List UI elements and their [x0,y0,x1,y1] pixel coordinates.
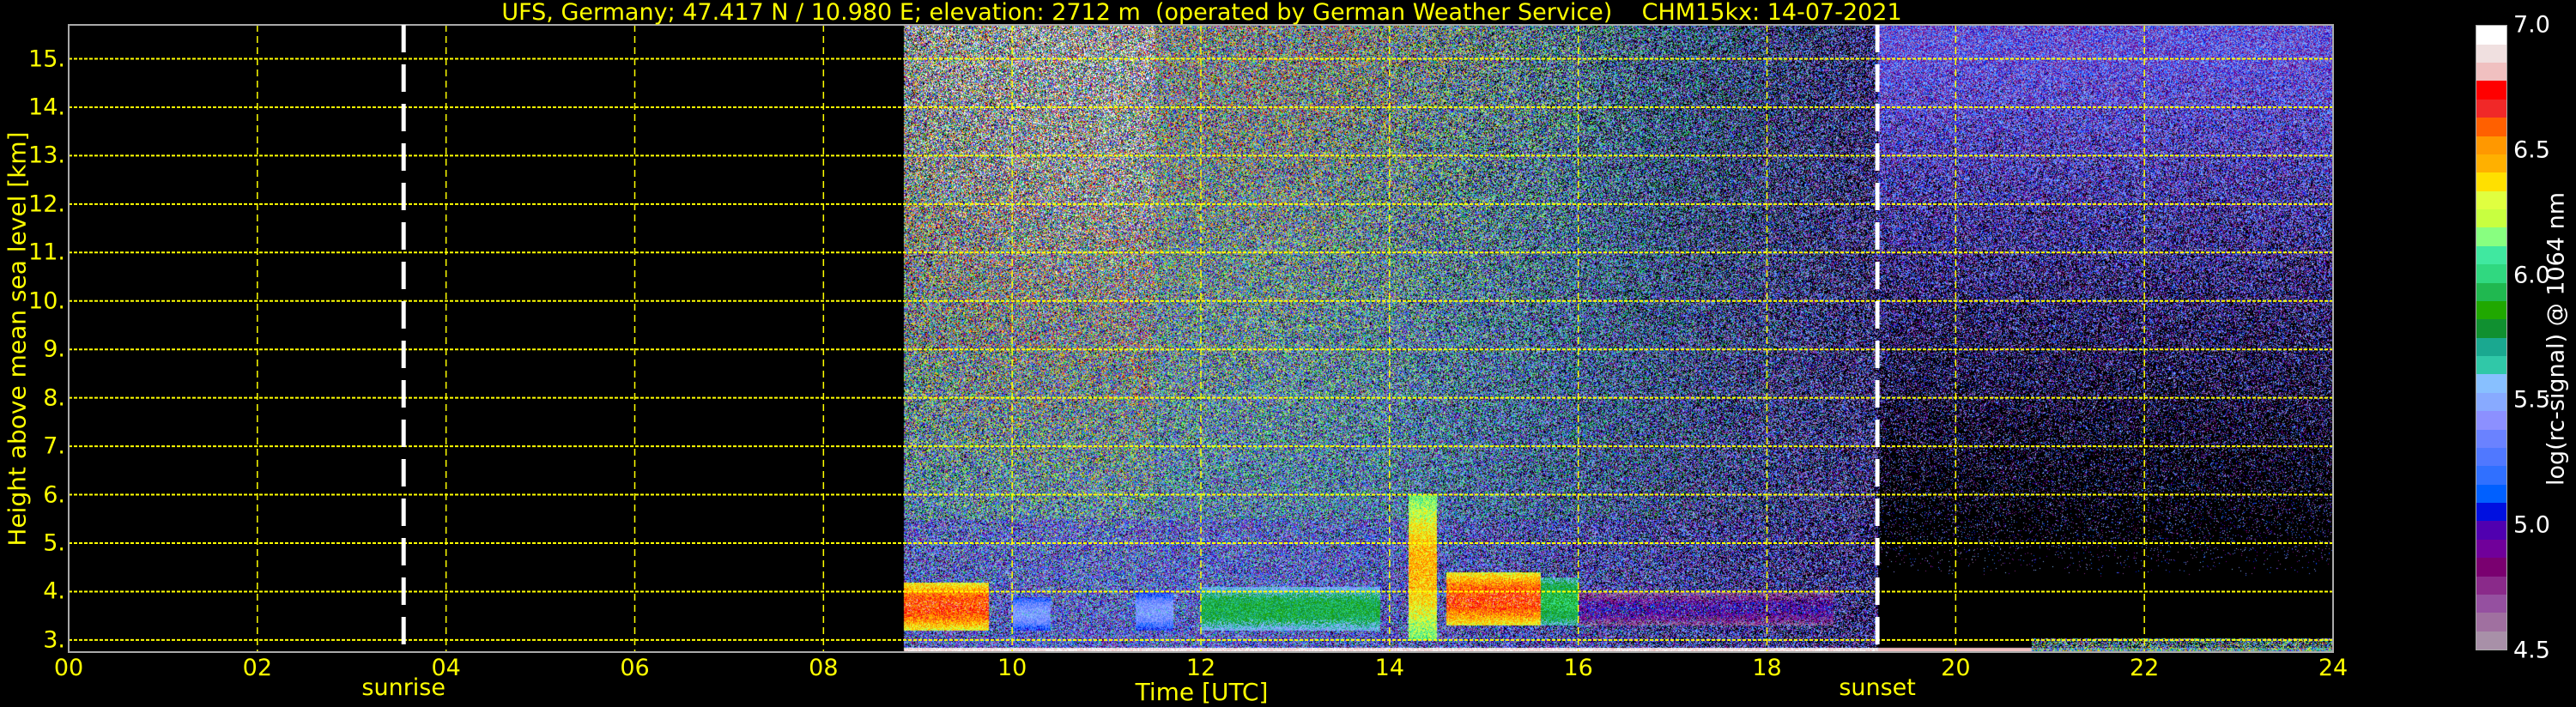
y-tick-label: 15. [28,45,65,72]
colorbar-swatch [2476,44,2506,63]
colorbar-swatch [2476,282,2506,301]
colorbar-tick-label: 5.0 [2513,511,2550,539]
colorbar-swatch [2476,374,2506,393]
colorbar-swatch [2476,594,2506,613]
colorbar-swatch [2476,172,2506,191]
colorbar-swatch [2476,190,2506,209]
colorbar-swatch [2476,429,2506,448]
colorbar-label: log(rc-signal) @ 1064 nm [2543,191,2570,486]
colorbar-swatch [2476,300,2506,320]
colorbar-swatch [2476,337,2506,356]
colorbar-swatch [2476,484,2506,503]
x-tick-label: 00 [53,655,84,681]
y-tick-label: 9. [43,335,65,363]
colorbar-swatch [2476,356,2506,375]
y-tick-label: 8. [43,384,65,412]
x-tick-label: 02 [242,655,273,681]
x-tick-label: 18 [1752,655,1782,681]
colorbar-swatch [2476,521,2506,540]
colorbar-swatch [2476,447,2506,467]
x-tick-label: 20 [1941,655,1971,681]
x-tick-label: 24 [2318,655,2349,681]
colorbar-swatch [2476,26,2506,45]
colorbar-swatch [2476,118,2506,136]
y-axis-label: Height above mean sea level [km] [3,131,32,547]
colorbar-swatch [2476,154,2506,173]
colorbar-swatch [2476,99,2506,118]
y-tick-label: 5. [43,529,65,557]
x-tick-label: 14 [1374,655,1405,681]
y-tick-label: 4. [43,577,65,605]
colorbar-swatch [2476,63,2506,82]
colorbar-tick-label: 7.0 [2513,11,2550,39]
y-tick-label: 11. [28,239,65,266]
colorbar [2476,25,2507,650]
x-tick-label: 08 [809,655,839,681]
colorbar-swatch [2476,136,2506,154]
colorbar-swatch [2476,411,2506,430]
y-tick-label: 12. [28,190,65,218]
y-tick-label: 3. [43,626,65,654]
colorbar-swatch [2476,227,2506,246]
x-tick-label: 06 [620,655,650,681]
colorbar-swatch [2476,319,2506,338]
colorbar-swatch [2476,576,2506,595]
colorbar-swatch [2476,613,2506,631]
chart-title: UFS, Germany; 47.417 N / 10.980 E; eleva… [501,0,1902,26]
colorbar-swatch [2476,264,2506,283]
x-tick-label: 16 [1563,655,1593,681]
colorbar-tick-label: 4.5 [2513,637,2550,664]
y-tick-label: 10. [28,287,65,315]
colorbar-swatch [2476,245,2506,265]
y-tick-label: 13. [28,142,65,169]
sunset-label: sunset [1839,674,1916,701]
x-tick-label: 22 [2129,655,2160,681]
colorbar-swatch [2476,209,2506,228]
axes-overlay [68,24,2334,653]
colorbar-swatch [2476,392,2506,412]
colorbar-swatch [2476,539,2506,559]
colorbar-swatch [2476,631,2506,650]
x-axis-label: Time [UTC] [1135,678,1269,706]
colorbar-swatch [2476,466,2506,485]
colorbar-tick-label: 6.5 [2513,136,2550,164]
y-tick-label: 14. [28,94,65,121]
y-tick-label: 6. [43,481,65,509]
colorbar-swatch [2476,81,2506,100]
x-tick-label: 10 [997,655,1027,681]
colorbar-swatch [2476,558,2506,577]
colorbar-swatch [2476,503,2506,522]
sunrise-label: sunrise [361,674,445,701]
y-tick-label: 7. [43,432,65,460]
